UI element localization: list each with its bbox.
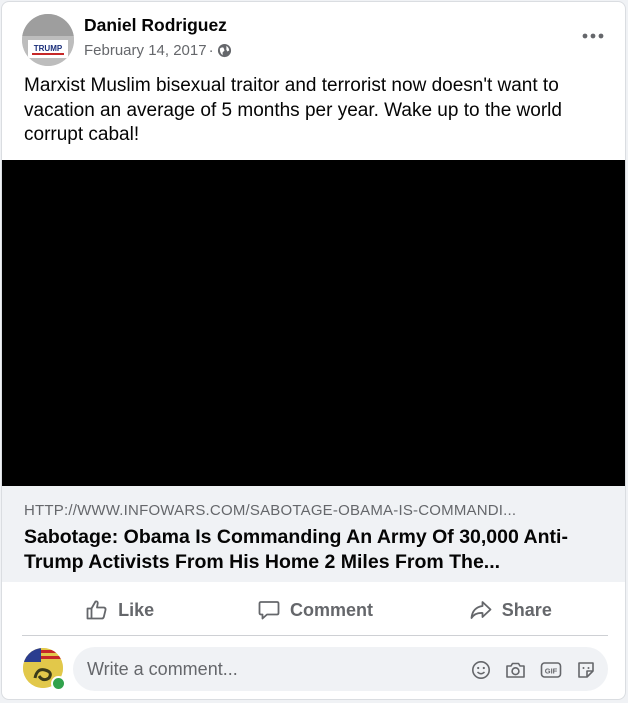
comment-input[interactable]: Write a comment... GIF xyxy=(73,647,608,691)
post-text: Marxist Muslim bisexual traitor and terr… xyxy=(24,75,562,145)
post-actions: Like Comment Share xyxy=(22,587,608,633)
comment-placeholder: Write a comment... xyxy=(87,659,238,679)
link-title: Sabotage: Obama Is Commanding An Army Of… xyxy=(24,526,568,573)
sticker-icon[interactable] xyxy=(573,657,598,682)
avatar-logo-text: TRUMP xyxy=(34,44,63,53)
link-domain: HTTP://WWW.INFOWARS.COM/SABOTAGE-OBAMA-I… xyxy=(24,502,517,519)
comment-icon xyxy=(258,601,280,620)
share-icon xyxy=(470,601,492,619)
online-status-dot xyxy=(51,676,66,691)
comment-button[interactable]: Comment xyxy=(217,590,412,630)
link-preview[interactable]: HTTP://WWW.INFOWARS.COM/SABOTAGE-OBAMA-I… xyxy=(2,486,625,582)
emoji-icon[interactable] xyxy=(468,657,493,682)
post-card: TRUMP Daniel Rodriguez February 14, 2017… xyxy=(1,1,626,700)
author-name[interactable]: Daniel Rodriguez xyxy=(84,15,227,36)
like-button[interactable]: Like xyxy=(22,590,217,630)
post-date[interactable]: February 14, 2017 xyxy=(84,42,207,59)
trump-pence-logo: TRUMP xyxy=(22,14,74,66)
post-meta: February 14, 2017 · xyxy=(84,42,232,59)
meta-separator: · xyxy=(208,42,214,59)
gif-icon[interactable]: GIF xyxy=(538,657,563,682)
svg-text:GIF: GIF xyxy=(544,666,557,675)
comment-label: Comment xyxy=(289,599,373,620)
more-options-icon[interactable] xyxy=(579,24,607,48)
post-header: TRUMP Daniel Rodriguez February 14, 2017… xyxy=(2,2,625,72)
camera-icon[interactable] xyxy=(503,657,528,682)
share-label: Share xyxy=(501,599,552,620)
globe-icon[interactable] xyxy=(217,43,232,58)
like-label: Like xyxy=(118,599,155,620)
comment-tools: GIF xyxy=(468,657,598,682)
link-preview-image[interactable] xyxy=(2,160,625,486)
thumbs-up-icon xyxy=(86,600,107,620)
share-button[interactable]: Share xyxy=(413,590,608,630)
author-avatar[interactable]: TRUMP xyxy=(22,14,74,66)
actions-divider xyxy=(22,635,608,636)
